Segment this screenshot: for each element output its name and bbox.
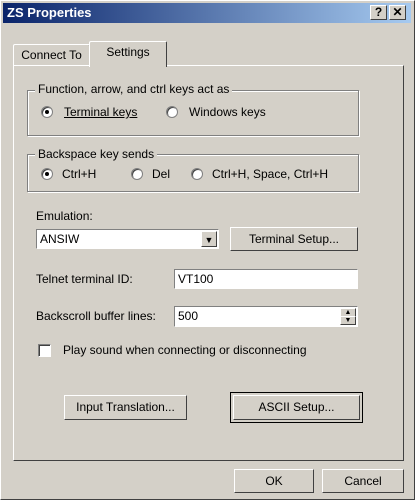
terminal-keys-label[interactable]: Terminal keys (64, 105, 137, 119)
terminal-keys-text: Terminal keys (64, 105, 138, 119)
emulation-value: ANSIW (40, 232, 80, 246)
telnet-id-label: Telnet terminal ID: (36, 272, 133, 286)
telnet-id-value: VT100 (178, 272, 214, 286)
emulation-label: Emulation: (36, 209, 93, 223)
ascii-setup-button[interactable]: ASCII Setup... (233, 395, 360, 420)
ctrl-h-label[interactable]: Ctrl+H (62, 167, 96, 181)
tab-connect-to-label: Connect To (21, 48, 82, 62)
windows-keys-label[interactable]: Windows keys (189, 105, 266, 119)
tab-connect-to[interactable]: Connect To (13, 44, 90, 66)
backscroll-label: Backscroll buffer lines: (36, 309, 156, 323)
play-sound-checkbox[interactable] (38, 344, 51, 357)
backscroll-input[interactable]: 500 ▲ ▼ (174, 306, 358, 327)
input-translation-button[interactable]: Input Translation... (64, 395, 187, 420)
window-title: ZS Properties (7, 5, 92, 20)
telnet-id-input[interactable]: VT100 (174, 269, 358, 289)
function-keys-legend: Function, arrow, and ctrl keys act as (35, 82, 233, 96)
play-sound-label[interactable]: Play sound when connecting or disconnect… (63, 343, 307, 357)
close-button[interactable]: ✕ (389, 5, 406, 20)
close-icon: ✕ (392, 5, 403, 19)
ctrl-h-space-radio[interactable] (191, 168, 203, 180)
windows-keys-radio[interactable] (166, 106, 178, 118)
chevron-down-icon: ▼ (204, 235, 214, 245)
terminal-keys-radio[interactable] (41, 106, 53, 118)
help-button[interactable]: ? (370, 5, 387, 20)
del-radio[interactable] (131, 168, 143, 180)
backspace-legend: Backspace key sends (35, 147, 158, 161)
spin-down-icon[interactable]: ▼ (340, 316, 356, 325)
title-bar: ZS Properties ? ✕ (3, 3, 411, 23)
emulation-select[interactable]: ANSIW ▼ (36, 229, 219, 249)
backscroll-spinner[interactable]: ▲ ▼ (340, 308, 356, 325)
backscroll-value: 500 (178, 309, 199, 323)
properties-dialog: ZS Properties ? ✕ Connect To Settings Fu… (0, 0, 415, 500)
ok-button[interactable]: OK (234, 469, 314, 493)
del-label[interactable]: Del (152, 167, 170, 181)
ctrl-h-space-label[interactable]: Ctrl+H, Space, Ctrl+H (212, 167, 328, 181)
ctrl-h-radio[interactable] (41, 168, 53, 180)
tab-settings-label: Settings (106, 45, 150, 59)
terminal-setup-button[interactable]: Terminal Setup... (230, 227, 358, 251)
tab-settings[interactable]: Settings (89, 41, 167, 67)
dropdown-button[interactable]: ▼ (201, 231, 217, 247)
cancel-button[interactable]: Cancel (322, 469, 404, 493)
